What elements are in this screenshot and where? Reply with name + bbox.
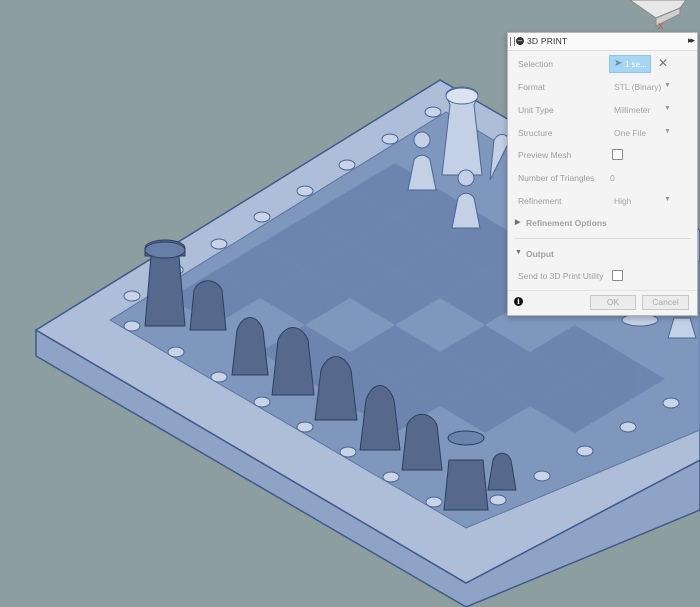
chevron-down-icon: ▼ — [515, 249, 522, 256]
chevron-down-icon[interactable]: ▼ — [664, 82, 671, 89]
triangles-label: Number of Triangles — [518, 173, 595, 183]
chevron-down-icon[interactable]: ▼ — [664, 196, 671, 203]
refinement-options-label: Refinement Options — [526, 218, 607, 228]
clear-selection-icon[interactable]: ✕ — [658, 56, 668, 70]
selection-row: Selection ➤ 1 se... ✕ — [508, 55, 697, 73]
structure-dropdown[interactable]: One File — [614, 128, 646, 138]
selection-label: Selection — [518, 59, 553, 69]
preview-mesh-checkbox[interactable] — [612, 149, 623, 160]
chevron-down-icon[interactable]: ▼ — [664, 105, 671, 112]
3d-print-dialog: – 3D PRINT ▸▸ Selection ➤ 1 se... ✕ Form… — [507, 32, 698, 316]
structure-row: Structure One File ▼ — [508, 127, 697, 141]
cancel-button[interactable]: Cancel — [642, 295, 689, 310]
refinement-dropdown[interactable]: High — [614, 196, 631, 206]
send-to-utility-label: Send to 3D Print Utility — [518, 271, 604, 281]
triangles-value: 0 — [610, 173, 615, 183]
footer-divider — [508, 290, 697, 291]
refinement-row: Refinement High ▼ — [508, 195, 697, 209]
format-row: Format STL (Binary) ▼ — [508, 81, 697, 95]
output-label: Output — [526, 249, 554, 259]
expand-dialog-icon[interactable]: ▸▸ — [688, 35, 695, 46]
preview-mesh-row: Preview Mesh — [508, 149, 697, 163]
selection-count: 1 se... — [625, 60, 647, 69]
info-icon[interactable]: i — [514, 297, 523, 306]
selection-button[interactable]: ➤ 1 se... — [609, 55, 651, 73]
unit-type-label: Unit Type — [518, 105, 554, 115]
dialog-title: 3D PRINT — [527, 36, 568, 46]
unit-type-dropdown[interactable]: Millimeter — [614, 105, 650, 115]
format-dropdown[interactable]: STL (Binary) — [614, 82, 661, 92]
ok-button[interactable]: OK — [590, 295, 636, 310]
unit-type-row: Unit Type Millimeter ▼ — [508, 104, 697, 118]
send-to-utility-row: Send to 3D Print Utility — [508, 270, 697, 284]
view-cube[interactable]: X — [626, 0, 700, 30]
triangles-row: Number of Triangles 0 — [508, 172, 697, 186]
preview-mesh-label: Preview Mesh — [518, 150, 572, 160]
format-label: Format — [518, 82, 545, 92]
knight-piece — [189, 280, 227, 331]
chevron-right-icon: ▶ — [515, 219, 521, 226]
structure-label: Structure — [518, 128, 553, 138]
send-to-utility-checkbox[interactable] — [612, 270, 623, 281]
cursor-arrow-icon: ➤ — [614, 58, 623, 69]
output-section[interactable]: ▼ Output — [508, 248, 697, 262]
rook-piece-2 — [443, 459, 489, 511]
chevron-down-icon[interactable]: ▼ — [664, 128, 671, 135]
collapse-dialog-icon[interactable]: – — [516, 37, 524, 45]
section-divider — [514, 238, 691, 239]
drag-grip-icon[interactable] — [510, 37, 515, 46]
knight-piece-2 — [401, 413, 443, 471]
view-cube-axis-label: X — [658, 22, 664, 30]
dialog-header[interactable]: – 3D PRINT ▸▸ — [508, 33, 697, 51]
refinement-options-section[interactable]: ▶ Refinement Options — [508, 217, 697, 231]
refinement-label: Refinement — [518, 196, 562, 206]
